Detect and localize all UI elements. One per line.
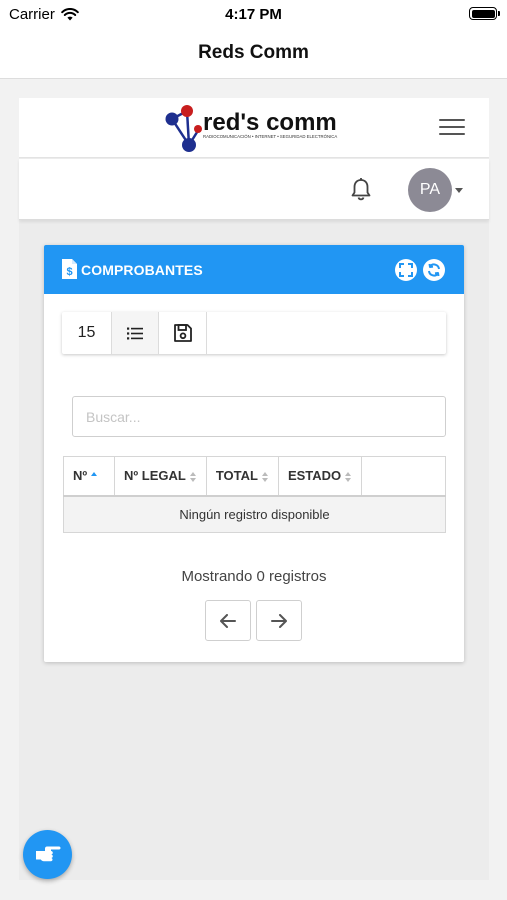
svg-text:$: $: [66, 266, 72, 278]
clock: 4:17 PM: [225, 6, 282, 23]
refresh-icon[interactable]: [423, 259, 445, 281]
logo-wordmark: red's comm: [203, 109, 337, 136]
column-header-numero-legal[interactable]: Nº LEGAL: [114, 456, 207, 497]
list-icon: [127, 327, 143, 339]
floating-help-button[interactable]: [23, 830, 72, 879]
sort-icon: [261, 471, 269, 482]
previous-page-button[interactable]: [205, 600, 251, 641]
web-content: red's comm RADIOCOMUNICACIÓN • INTERNET …: [19, 98, 489, 880]
user-bar: PA: [19, 159, 489, 220]
records-count: Mostrando 0 registros: [181, 568, 327, 585]
status-bar: Carrier 4:17 PM: [0, 0, 507, 28]
table-toolbar: 15: [62, 312, 446, 354]
navigation-bar: Reds Comm: [0, 28, 507, 79]
app-title: Reds Comm: [198, 42, 309, 63]
column-header-numero[interactable]: Nº: [63, 456, 115, 497]
save-button[interactable]: [159, 312, 207, 354]
sort-ascending-icon: [91, 471, 98, 482]
column-header-empty: [361, 456, 446, 497]
expand-icon[interactable]: [395, 259, 417, 281]
reds-comm-logo: red's comm RADIOCOMUNICACIÓN • INTERNET …: [165, 105, 337, 152]
column-header-estado[interactable]: ESTADO: [277, 456, 363, 497]
table-row: Ningún registro disponible: [63, 495, 446, 533]
floppy-disk-icon: [173, 324, 192, 342]
table-header-row: Nº Nº LEGAL TOTAL ESTADO: [63, 456, 446, 497]
page-size-button[interactable]: 15: [62, 312, 112, 354]
sort-icon: [345, 471, 352, 482]
search-input[interactable]: [72, 396, 446, 437]
comprobantes-card: $ COMPROBANTES 15 Buscar... Nº Nº LEGAL …: [44, 245, 464, 662]
empty-message: Ningún registro disponible: [63, 495, 446, 533]
avatar[interactable]: PA: [408, 168, 452, 212]
card-title: COMPROBANTES: [81, 262, 203, 278]
logo-tagline: RADIOCOMUNICACIÓN • INTERNET • SEGURIDAD…: [203, 134, 337, 139]
pointing-hand-icon: [35, 846, 60, 861]
chevron-down-icon[interactable]: [455, 188, 463, 193]
hamburger-icon[interactable]: [439, 119, 465, 137]
arrow-left-icon: [220, 613, 236, 628]
invoice-icon: $: [62, 259, 77, 279]
brand-header: red's comm RADIOCOMUNICACIÓN • INTERNET …: [19, 98, 489, 158]
card-header: $ COMPROBANTES: [44, 245, 464, 294]
comprobantes-table: Nº Nº LEGAL TOTAL ESTADO Ningún registro…: [63, 456, 446, 533]
battery-icon: [469, 7, 500, 20]
next-page-button[interactable]: [256, 600, 302, 641]
arrow-right-icon: [271, 613, 287, 628]
columns-button[interactable]: [112, 312, 159, 354]
bell-icon[interactable]: [350, 177, 372, 201]
column-header-total[interactable]: TOTAL: [205, 456, 279, 497]
sort-icon: [189, 471, 197, 482]
